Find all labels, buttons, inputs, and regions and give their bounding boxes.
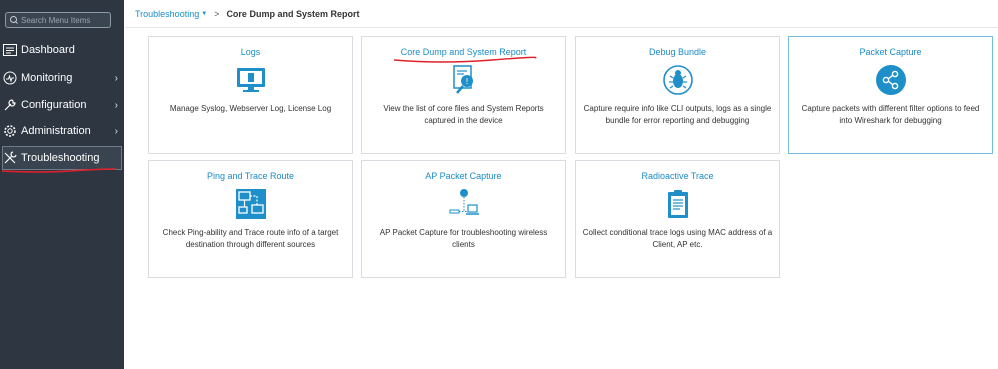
card-ping-trace-route[interactable]: Ping and Trace Route Check Ping-ability …	[148, 160, 353, 278]
card-description: AP Packet Capture for troubleshooting wi…	[379, 228, 548, 249]
tools-icon	[3, 151, 17, 165]
sidebar-item-label: Administration	[21, 125, 91, 137]
breadcrumb: Troubleshooting ▼ > Core Dump and System…	[125, 0, 998, 28]
card-title: Ping and Trace Route	[206, 171, 295, 181]
card-description: Manage Syslog, Webserver Log, License Lo…	[169, 104, 332, 113]
sidebar-item-label: Monitoring	[21, 72, 73, 84]
card-description: Collect conditional trace logs using MAC…	[582, 228, 773, 249]
card-radioactive-trace[interactable]: Radioactive Trace Collect conditional tr…	[575, 160, 780, 278]
monitor-icon	[236, 68, 265, 92]
card-description: Check Ping-ability and Trace route info …	[162, 228, 339, 249]
card-packet-capture[interactable]: Packet Capture Capture packets with diff…	[788, 36, 993, 154]
card-description: Capture packets with different filter op…	[801, 104, 980, 125]
caret-down-icon[interactable]: ▼	[201, 11, 207, 17]
bug-icon	[662, 65, 693, 95]
card-title: Logs	[240, 47, 261, 57]
card-ap-packet-capture[interactable]: AP Packet Capture AP Packet Capture for …	[361, 160, 566, 278]
card-title: Debug Bundle	[648, 47, 707, 57]
sidebar-item-administration[interactable]: Administration ›	[0, 119, 124, 143]
card-description: View the list of core files and System R…	[383, 104, 544, 125]
network-monitors-icon	[235, 189, 266, 219]
card-debug-bundle[interactable]: Debug Bundle Capture require info like C…	[575, 36, 780, 154]
sidebar: Dashboard Monitoring › Configuration › A…	[0, 0, 124, 369]
card-title: AP Packet Capture	[425, 171, 502, 181]
card-description: Capture require info like CLI outputs, l…	[583, 104, 772, 125]
search-input[interactable]	[21, 15, 109, 25]
breadcrumb-current: Core Dump and System Report	[226, 8, 360, 19]
ap-laptop-icon	[449, 189, 479, 215]
breadcrumb-separator: >	[214, 8, 220, 19]
chevron-right-icon: ›	[114, 126, 118, 137]
card-title: Packet Capture	[859, 47, 922, 57]
search-box[interactable]	[5, 12, 111, 28]
annotation-underline	[1, 168, 117, 173]
wrench-icon	[3, 98, 17, 112]
search-icon	[10, 16, 18, 24]
gear-icon	[3, 124, 17, 138]
report-search-icon: !	[452, 65, 473, 94]
sidebar-item-label: Troubleshooting	[21, 152, 100, 164]
annotation-underline	[393, 56, 537, 63]
share-nodes-icon	[875, 65, 906, 95]
card-title: Radioactive Trace	[641, 171, 714, 181]
sidebar-item-monitoring[interactable]: Monitoring ›	[0, 66, 124, 90]
dashboard-icon	[3, 43, 17, 57]
sidebar-item-configuration[interactable]: Configuration ›	[0, 93, 124, 117]
card-logs[interactable]: Logs Manage Syslog, Webserver Log, Licen…	[148, 36, 353, 154]
chevron-right-icon: ›	[114, 100, 118, 111]
sidebar-item-dashboard[interactable]: Dashboard	[0, 38, 124, 62]
sidebar-item-label: Configuration	[21, 99, 87, 111]
chevron-right-icon: ›	[114, 73, 118, 84]
svg-text:!: !	[465, 77, 468, 86]
monitoring-icon	[3, 71, 17, 85]
breadcrumb-parent-link[interactable]: Troubleshooting	[135, 9, 199, 19]
card-core-dump[interactable]: Core Dump and System Report ! View the l…	[361, 36, 566, 154]
clipboard-icon	[667, 190, 688, 218]
sidebar-item-label: Dashboard	[21, 44, 75, 56]
